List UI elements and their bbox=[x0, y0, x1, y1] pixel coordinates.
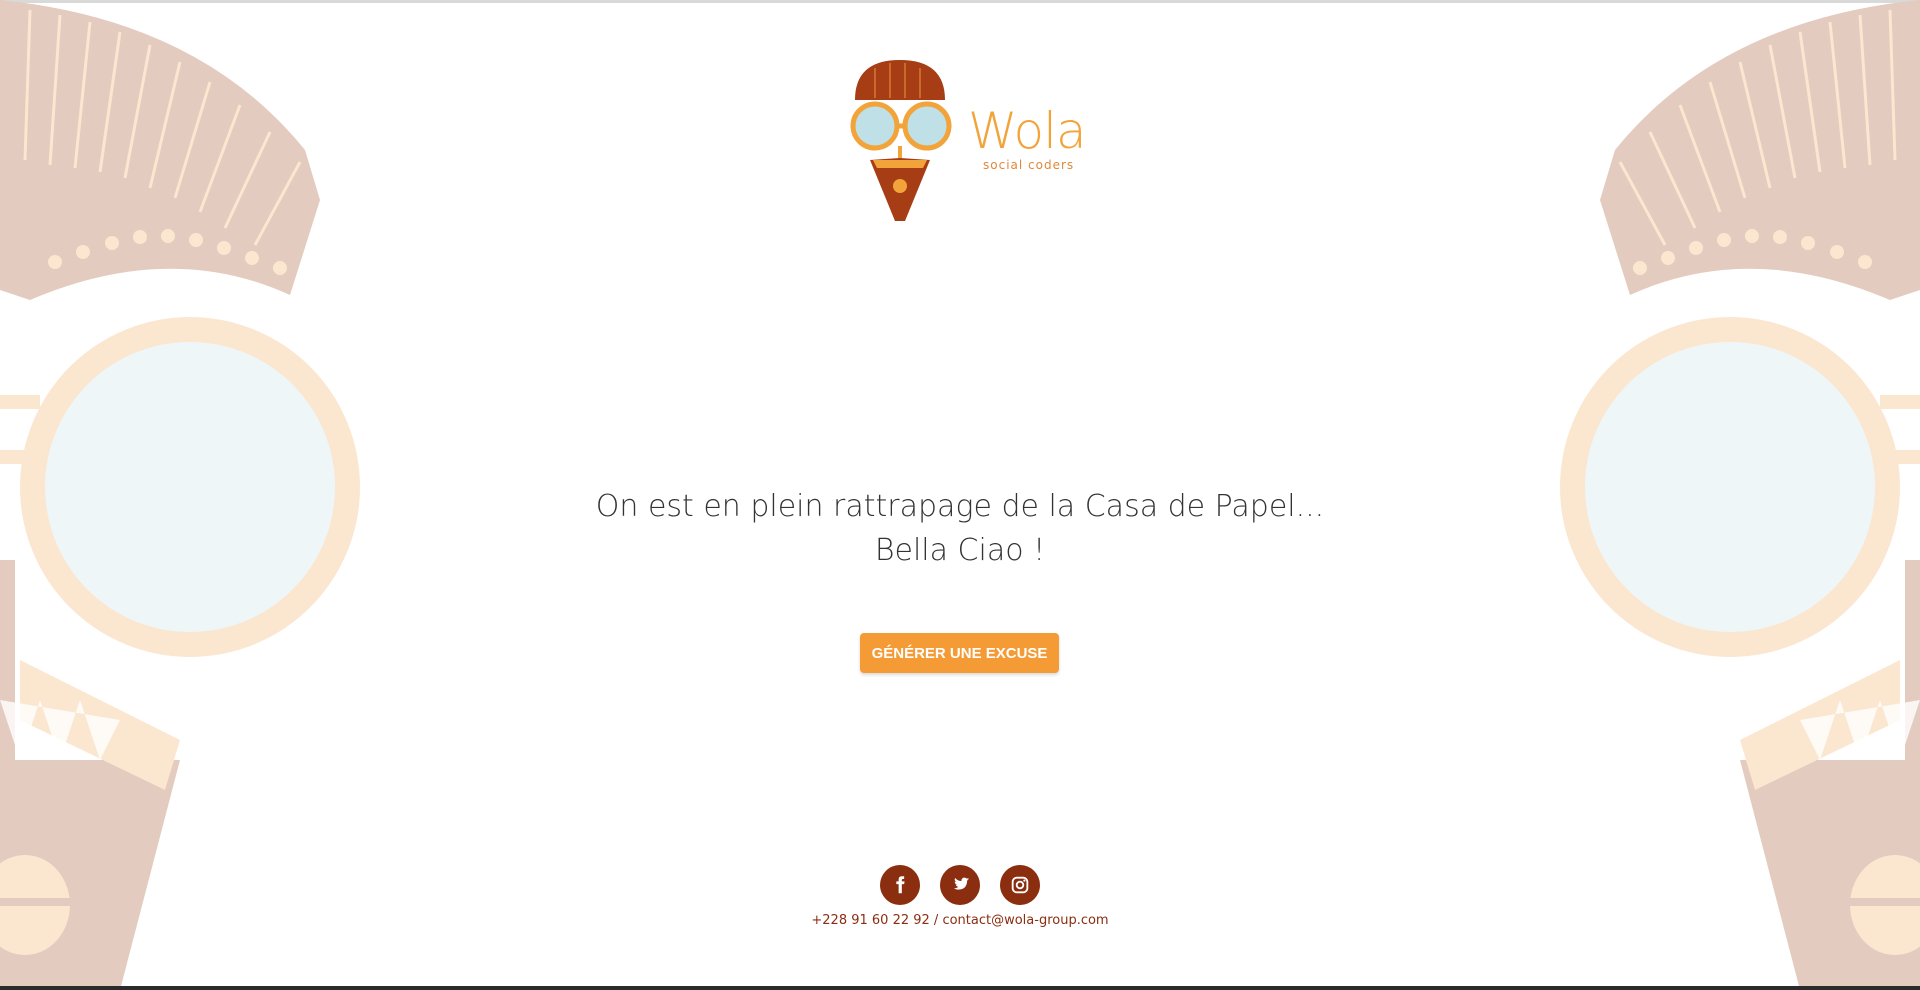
generate-excuse-button[interactable]: GÉNÉRER UNE EXCUSE bbox=[860, 633, 1059, 673]
instagram-icon bbox=[1011, 876, 1029, 894]
facebook-icon bbox=[896, 876, 905, 894]
twitter-link[interactable] bbox=[940, 865, 980, 905]
decorative-mask-right bbox=[1560, 0, 1920, 990]
contact-info: +228 91 60 22 92 / contact@wola-group.co… bbox=[811, 913, 1109, 928]
twitter-icon bbox=[953, 877, 970, 890]
instagram-link[interactable] bbox=[1000, 865, 1040, 905]
facebook-link[interactable] bbox=[880, 865, 920, 905]
decorative-mask-left bbox=[0, 0, 360, 990]
brand-tagline: social coders bbox=[983, 158, 1075, 172]
bottom-border bbox=[0, 986, 1920, 990]
excuse-message: On est en plein rattrapage de la Casa de… bbox=[595, 489, 1325, 568]
brand-name: Wola bbox=[968, 102, 1087, 160]
